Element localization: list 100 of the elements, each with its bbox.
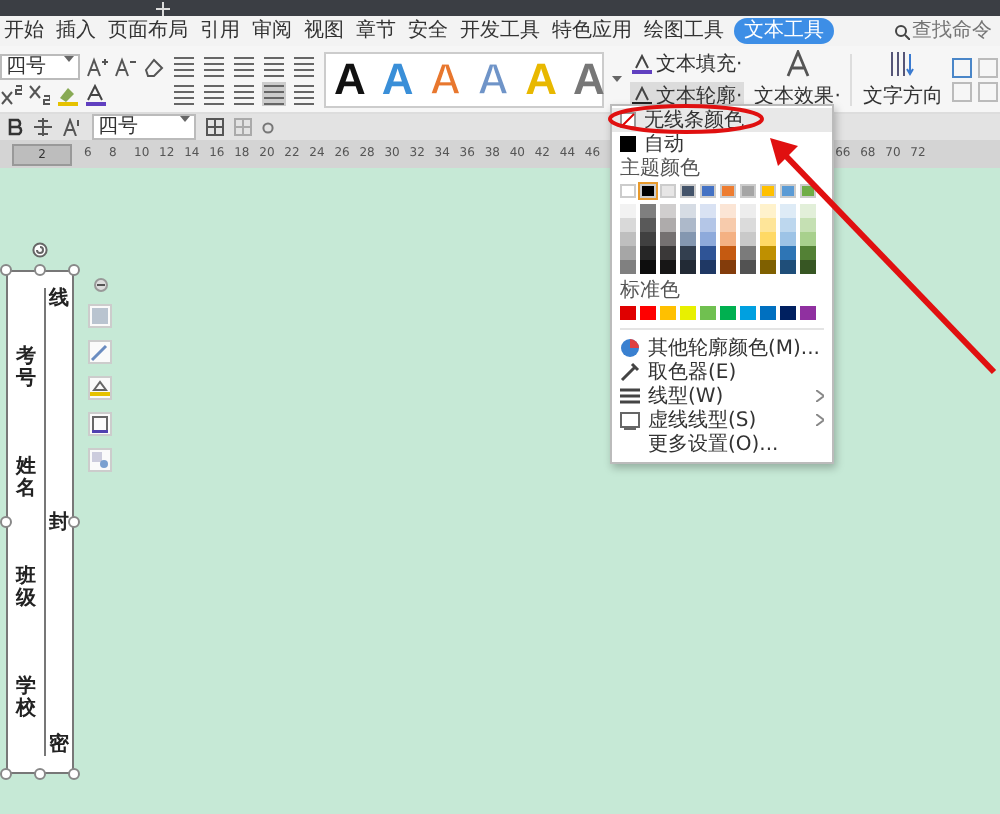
font-size-field[interactable]: 四号 (92, 114, 196, 140)
menu-item[interactable]: 线型(W) (612, 384, 832, 408)
ribbon-tab[interactable]: 开始 (2, 18, 46, 44)
resize-handle[interactable] (0, 264, 12, 276)
color-swatch[interactable] (740, 260, 756, 274)
new-tab-icon[interactable] (156, 1, 170, 15)
ribbon-tab[interactable]: 审阅 (250, 18, 294, 44)
increase-indent-icon[interactable] (262, 53, 286, 77)
strike-icon[interactable] (34, 118, 52, 136)
search-icon[interactable] (894, 23, 910, 39)
collapse-icon[interactable] (93, 278, 107, 292)
color-swatch[interactable] (620, 246, 636, 260)
outline-button[interactable] (88, 412, 112, 436)
color-swatch[interactable] (780, 246, 796, 260)
color-swatch[interactable] (700, 232, 716, 246)
next-box-icon[interactable] (978, 81, 999, 101)
color-swatch[interactable] (640, 204, 656, 218)
ribbon-tab[interactable]: 视图 (302, 18, 346, 44)
ribbon-tab[interactable]: 插入 (54, 18, 98, 44)
color-swatch[interactable] (800, 246, 816, 260)
color-swatch[interactable] (720, 306, 736, 320)
rotate-handle[interactable] (32, 242, 48, 258)
color-swatch[interactable] (780, 260, 796, 274)
link-box-icon[interactable] (952, 57, 973, 77)
ribbon-tab[interactable]: 安全 (406, 18, 450, 44)
ribbon-tab[interactable]: 页面布局 (106, 18, 190, 44)
circle-icon[interactable] (262, 121, 274, 133)
color-swatch[interactable] (700, 246, 716, 260)
text-effect-button[interactable]: 文本效果· (752, 49, 843, 109)
color-swatch[interactable] (660, 218, 676, 232)
numbered-list-icon[interactable] (202, 53, 226, 77)
color-swatch[interactable] (800, 260, 816, 274)
text-style-option[interactable]: A (334, 55, 366, 103)
search-field[interactable]: 查找命令 (912, 20, 996, 42)
color-swatch[interactable] (660, 232, 676, 246)
bold-icon[interactable] (8, 118, 24, 136)
resize-handle[interactable] (68, 264, 80, 276)
ribbon-tab[interactable]: 绘图工具 (642, 18, 726, 44)
resize-handle[interactable] (34, 264, 46, 276)
color-swatch[interactable] (640, 218, 656, 232)
subscript-icon[interactable] (28, 83, 50, 105)
ribbon-tab[interactable]: 特色应用 (550, 18, 634, 44)
ribbon-tab[interactable]: 章节 (354, 18, 398, 44)
grid-icon[interactable] (234, 118, 252, 136)
font-size-icon[interactable] (62, 118, 82, 136)
resize-handle[interactable] (0, 768, 12, 780)
color-swatch[interactable] (640, 260, 656, 274)
layout-button[interactable] (88, 304, 112, 328)
fill-button[interactable] (88, 376, 112, 400)
shrink-font-icon[interactable] (114, 55, 136, 77)
color-swatch[interactable] (700, 260, 716, 274)
pen-button[interactable] (88, 340, 112, 364)
unlink-box-icon[interactable] (978, 57, 999, 77)
color-swatch[interactable] (740, 306, 756, 320)
table-icon[interactable] (206, 118, 224, 136)
color-swatch[interactable] (800, 306, 816, 320)
text-style-option[interactable]: A (572, 55, 605, 103)
menu-item[interactable]: 取色器(E) (612, 360, 832, 384)
color-swatch[interactable] (720, 260, 736, 274)
color-swatch[interactable] (780, 306, 796, 320)
ribbon-tab[interactable]: 引用 (198, 18, 242, 44)
color-swatch[interactable] (660, 260, 676, 274)
text-direction-button[interactable]: 文字方向 (860, 49, 945, 109)
distribute-icon[interactable] (292, 81, 316, 105)
color-swatch[interactable] (640, 246, 656, 260)
resize-handle[interactable] (68, 516, 80, 528)
color-swatch[interactable] (720, 246, 736, 260)
menu-item[interactable]: 其他轮廓颜色(M)... (612, 336, 832, 360)
menu-item[interactable]: 更多设置(O)... (612, 432, 832, 456)
color-swatch[interactable] (640, 232, 656, 246)
previous-box-icon[interactable] (952, 81, 973, 101)
grow-font-icon[interactable] (86, 55, 108, 77)
align-left-icon[interactable] (172, 81, 196, 105)
decrease-indent-icon[interactable] (232, 53, 256, 77)
color-swatch[interactable] (700, 306, 716, 320)
color-swatch[interactable] (680, 246, 696, 260)
bullet-list-icon[interactable] (172, 53, 196, 77)
color-swatch[interactable] (760, 246, 776, 260)
color-swatch[interactable] (620, 306, 636, 320)
color-swatch[interactable] (620, 260, 636, 274)
scroll-caret-icon[interactable] (612, 75, 622, 83)
align-center-icon[interactable] (202, 81, 226, 105)
color-swatch[interactable] (640, 306, 656, 320)
eraser-icon[interactable] (142, 55, 164, 77)
color-swatch[interactable] (680, 260, 696, 274)
justify-icon[interactable] (262, 81, 286, 105)
superscript-icon[interactable] (0, 83, 22, 105)
color-swatch[interactable] (760, 306, 776, 320)
text-box[interactable]: 考号 姓名 班级 学校 线 封 密 (6, 270, 74, 774)
color-swatch[interactable] (740, 246, 756, 260)
color-swatch[interactable] (680, 232, 696, 246)
resize-handle[interactable] (0, 516, 12, 528)
menu-item[interactable]: 自动 (612, 132, 832, 156)
color-swatch[interactable] (680, 218, 696, 232)
dropdown-caret-icon[interactable] (64, 55, 74, 63)
font-color-icon[interactable] (84, 83, 106, 105)
font-size-field[interactable]: 四号 (0, 53, 80, 79)
align-right-icon[interactable] (232, 81, 256, 105)
color-swatch[interactable] (660, 246, 676, 260)
menu-item[interactable]: 虚线线型(S) (612, 408, 832, 432)
